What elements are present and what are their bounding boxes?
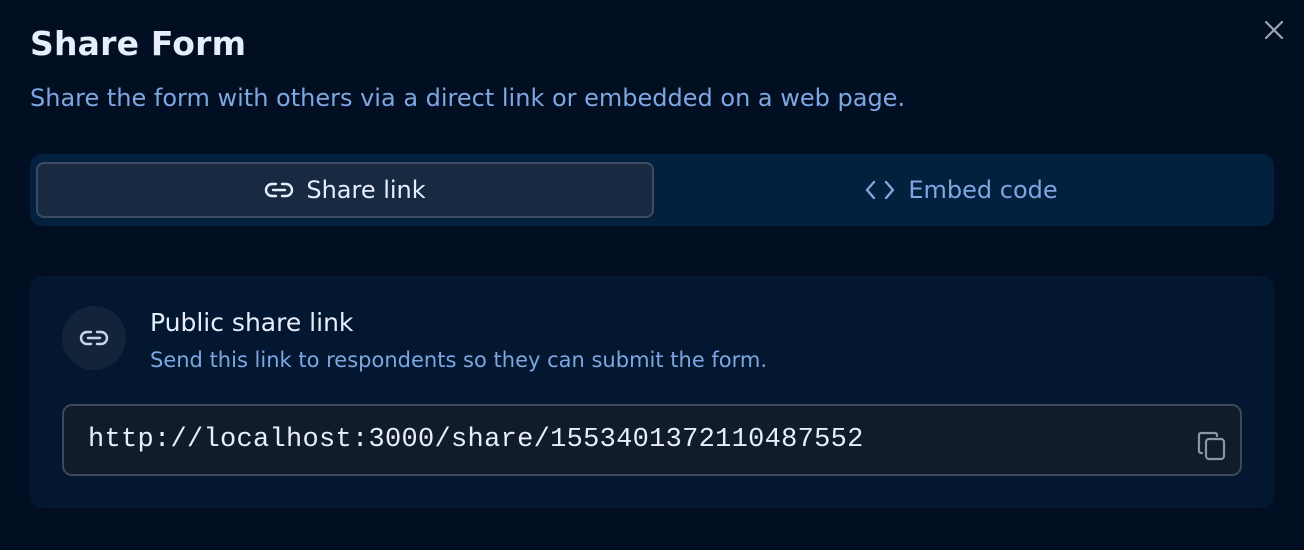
- share-tabs: Share link Embed code: [30, 154, 1274, 226]
- tab-embed-code-label: Embed code: [908, 176, 1058, 204]
- card-description: Send this link to respondents so they ca…: [150, 348, 768, 372]
- card-title: Public share link: [150, 308, 354, 337]
- tab-share-link[interactable]: Share link: [36, 162, 654, 218]
- share-form-dialog: Share Form Share the form with others vi…: [0, 0, 1304, 550]
- share-url-field[interactable]: http://localhost:3000/share/155340137211…: [62, 404, 1242, 476]
- share-link-card: Public share link Send this link to resp…: [30, 276, 1274, 508]
- tab-share-link-label: Share link: [306, 176, 426, 204]
- copy-icon: [1197, 431, 1226, 461]
- tab-embed-code[interactable]: Embed code: [654, 162, 1268, 218]
- close-button[interactable]: [1260, 16, 1288, 44]
- share-url-text[interactable]: http://localhost:3000/share/155340137211…: [88, 425, 864, 455]
- dialog-title: Share Form: [30, 24, 247, 63]
- close-icon: [1264, 20, 1284, 40]
- card-icon-circle: [62, 306, 126, 370]
- copy-button[interactable]: [1192, 426, 1232, 466]
- link-icon: [79, 330, 109, 346]
- dialog-subtitle: Share the form with others via a direct …: [30, 84, 906, 112]
- link-icon: [265, 182, 294, 198]
- code-icon: [866, 180, 895, 200]
